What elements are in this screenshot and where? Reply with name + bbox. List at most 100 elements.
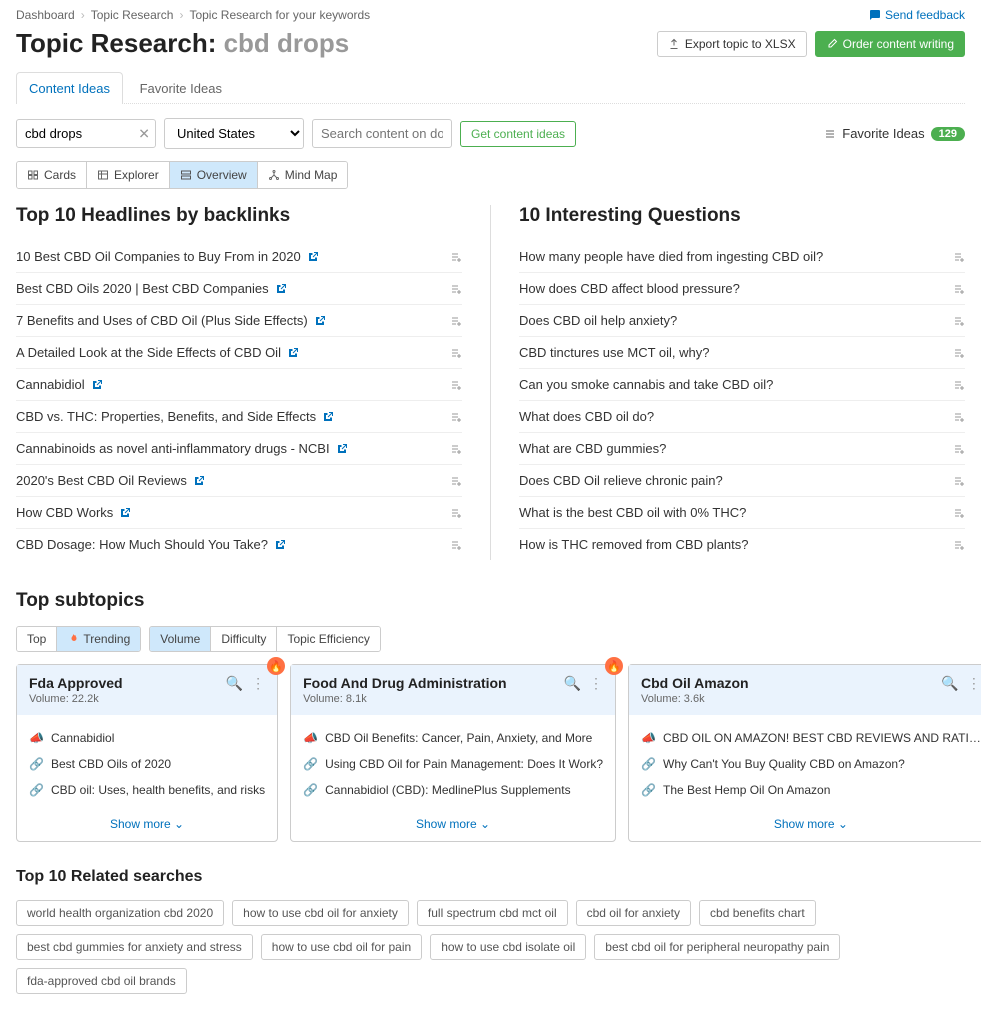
related-search-chip[interactable]: cbd benefits chart xyxy=(699,900,816,926)
card-title: Fda Approved xyxy=(29,675,123,691)
add-to-list-icon[interactable] xyxy=(450,507,462,519)
question-item: How many people have died from ingesting… xyxy=(519,241,965,273)
headline-item: CBD vs. THC: Properties, Benefits, and S… xyxy=(16,401,462,433)
card-item[interactable]: 🔗The Best Hemp Oil On Amazon xyxy=(641,777,981,803)
external-link-icon xyxy=(193,475,205,487)
add-to-list-icon[interactable] xyxy=(953,539,965,551)
headline-link[interactable]: 10 Best CBD Oil Companies to Buy From in… xyxy=(16,249,301,264)
headline-link[interactable]: Best CBD Oils 2020 | Best CBD Companies xyxy=(16,281,269,296)
view-mindmap[interactable]: Mind Map xyxy=(258,162,348,188)
card-volume: Volume: 3.6k xyxy=(641,693,749,705)
tab-favorite-ideas[interactable]: Favorite Ideas xyxy=(127,72,235,104)
card-item[interactable]: 🔗Using CBD Oil for Pain Management: Does… xyxy=(303,751,603,777)
card-volume: Volume: 22.2k xyxy=(29,693,123,705)
add-to-list-icon[interactable] xyxy=(953,507,965,519)
related-search-chip[interactable]: world health organization cbd 2020 xyxy=(16,900,224,926)
related-search-chip[interactable]: how to use cbd isolate oil xyxy=(430,934,586,960)
search-icon[interactable]: 🔍 xyxy=(226,675,243,692)
order-content-button[interactable]: Order content writing xyxy=(815,31,965,57)
more-icon[interactable]: ⋮ xyxy=(589,675,603,692)
card-item[interactable]: 📣CBD Oil Benefits: Cancer, Pain, Anxiety… xyxy=(303,725,603,751)
add-to-list-icon[interactable] xyxy=(450,347,462,359)
chat-icon xyxy=(869,9,881,21)
headline-link[interactable]: How CBD Works xyxy=(16,505,113,520)
domain-search-input[interactable] xyxy=(312,119,452,148)
get-content-ideas-button[interactable]: Get content ideas xyxy=(460,121,576,147)
clear-keyword-icon[interactable]: ✕ xyxy=(138,125,150,142)
headline-link[interactable]: 2020's Best CBD Oil Reviews xyxy=(16,473,187,488)
related-search-chip[interactable]: best cbd oil for peripheral neuropathy p… xyxy=(594,934,840,960)
add-to-list-icon[interactable] xyxy=(450,283,462,295)
add-to-list-icon[interactable] xyxy=(450,315,462,327)
export-xlsx-button[interactable]: Export topic to XLSX xyxy=(657,31,807,57)
card-item[interactable]: 🔗Cannabidiol (CBD): MedlinePlus Suppleme… xyxy=(303,777,603,803)
add-to-list-icon[interactable] xyxy=(953,283,965,295)
add-to-list-icon[interactable] xyxy=(953,251,965,263)
filter-volume[interactable]: Volume xyxy=(150,627,211,651)
main-tabs: Content Ideas Favorite Ideas xyxy=(16,71,965,104)
add-to-list-icon[interactable] xyxy=(953,347,965,359)
headline-item: 7 Benefits and Uses of CBD Oil (Plus Sid… xyxy=(16,305,462,337)
favorite-ideas-link[interactable]: Favorite Ideas 129 xyxy=(824,126,965,141)
headline-link[interactable]: CBD Dosage: How Much Should You Take? xyxy=(16,537,268,552)
more-icon[interactable]: ⋮ xyxy=(967,675,981,692)
headline-link[interactable]: A Detailed Look at the Side Effects of C… xyxy=(16,345,281,360)
related-search-chip[interactable]: how to use cbd oil for anxiety xyxy=(232,900,409,926)
headline-item: CBD Dosage: How Much Should You Take? xyxy=(16,529,462,560)
filter-top[interactable]: Top xyxy=(17,627,57,651)
filter-efficiency[interactable]: Topic Efficiency xyxy=(277,627,379,651)
card-item[interactable]: 🔗Best CBD Oils of 2020 xyxy=(29,751,265,777)
trending-badge-icon: 🔥 xyxy=(267,657,285,675)
crumb-topic-research[interactable]: Topic Research xyxy=(91,8,174,22)
show-more-button[interactable]: Show more ⌄ xyxy=(629,809,981,841)
add-to-list-icon[interactable] xyxy=(450,443,462,455)
keyword-input[interactable] xyxy=(16,119,156,148)
send-feedback-link[interactable]: Send feedback xyxy=(869,8,965,22)
add-to-list-icon[interactable] xyxy=(953,475,965,487)
card-title: Food And Drug Administration xyxy=(303,675,507,691)
show-more-button[interactable]: Show more ⌄ xyxy=(17,809,277,841)
tab-content-ideas[interactable]: Content Ideas xyxy=(16,72,123,104)
headline-item: How CBD Works xyxy=(16,497,462,529)
view-cards[interactable]: Cards xyxy=(17,162,87,188)
link-icon: 🔗 xyxy=(641,783,655,797)
related-search-chip[interactable]: full spectrum cbd mct oil xyxy=(417,900,568,926)
related-search-chip[interactable]: best cbd gummies for anxiety and stress xyxy=(16,934,253,960)
external-link-icon xyxy=(91,379,103,391)
headline-link[interactable]: CBD vs. THC: Properties, Benefits, and S… xyxy=(16,409,316,424)
question-text: What are CBD gummies? xyxy=(519,441,666,456)
crumb-dashboard[interactable]: Dashboard xyxy=(16,8,75,22)
add-to-list-icon[interactable] xyxy=(450,475,462,487)
view-explorer[interactable]: Explorer xyxy=(87,162,170,188)
add-to-list-icon[interactable] xyxy=(953,443,965,455)
cards-icon xyxy=(27,169,39,181)
search-icon[interactable]: 🔍 xyxy=(564,675,581,692)
add-to-list-icon[interactable] xyxy=(450,539,462,551)
external-link-icon xyxy=(275,283,287,295)
headline-link[interactable]: Cannabidiol xyxy=(16,377,85,392)
related-search-chip[interactable]: cbd oil for anxiety xyxy=(576,900,691,926)
add-to-list-icon[interactable] xyxy=(953,411,965,423)
more-icon[interactable]: ⋮ xyxy=(251,675,265,692)
filter-trending[interactable]: Trending xyxy=(57,627,140,651)
headline-link[interactable]: Cannabinoids as novel anti-inflammatory … xyxy=(16,441,330,456)
related-search-chip[interactable]: fda-approved cbd oil brands xyxy=(16,968,187,994)
search-icon[interactable]: 🔍 xyxy=(941,675,958,692)
show-more-button[interactable]: Show more ⌄ xyxy=(291,809,615,841)
add-to-list-icon[interactable] xyxy=(450,411,462,423)
country-select[interactable]: United States xyxy=(164,118,304,149)
add-to-list-icon[interactable] xyxy=(953,379,965,391)
card-item[interactable]: 📣CBD OIL ON AMAZON! BEST CBD REVIEWS AND… xyxy=(641,725,981,751)
view-overview[interactable]: Overview xyxy=(170,162,258,188)
card-item[interactable]: 🔗Why Can't You Buy Quality CBD on Amazon… xyxy=(641,751,981,777)
add-to-list-icon[interactable] xyxy=(953,315,965,327)
view-toggle: Cards Explorer Overview Mind Map xyxy=(16,161,348,189)
headline-item: A Detailed Look at the Side Effects of C… xyxy=(16,337,462,369)
related-search-chip[interactable]: how to use cbd oil for pain xyxy=(261,934,422,960)
filter-difficulty[interactable]: Difficulty xyxy=(211,627,277,651)
add-to-list-icon[interactable] xyxy=(450,251,462,263)
card-item[interactable]: 📣Cannabidiol xyxy=(29,725,265,751)
add-to-list-icon[interactable] xyxy=(450,379,462,391)
card-item[interactable]: 🔗CBD oil: Uses, health benefits, and ris… xyxy=(29,777,265,803)
headline-link[interactable]: 7 Benefits and Uses of CBD Oil (Plus Sid… xyxy=(16,313,308,328)
